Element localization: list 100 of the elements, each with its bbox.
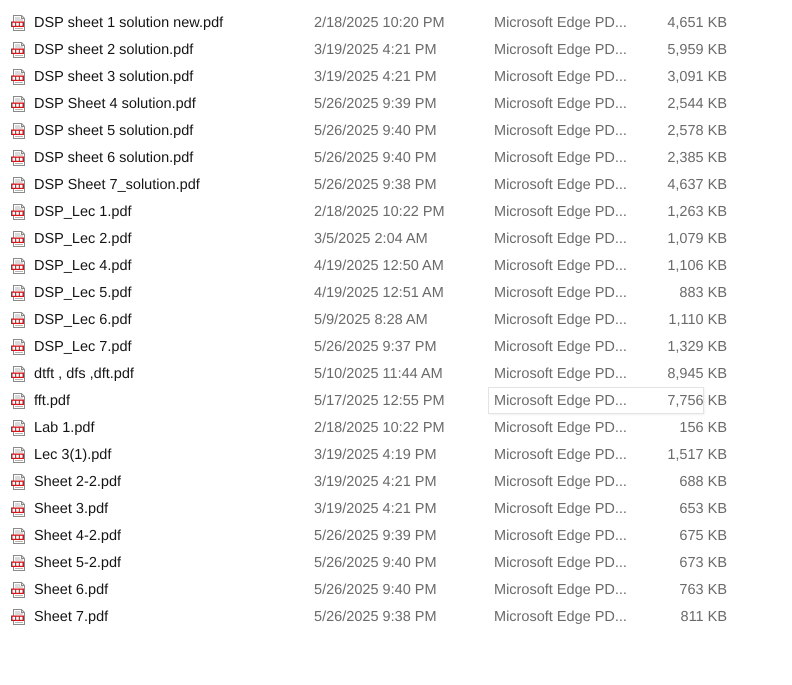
date-modified: 5/26/2025 9:38 PM bbox=[314, 608, 438, 624]
file-name[interactable]: DSP sheet 5 solution.pdf bbox=[34, 122, 194, 138]
file-name[interactable]: DSP sheet 6 solution.pdf bbox=[34, 150, 194, 166]
pdf-file-icon bbox=[11, 230, 27, 246]
pdf-file-icon bbox=[11, 204, 27, 220]
pdf-file-icon bbox=[11, 608, 27, 624]
file-name[interactable]: Sheet 2-2.pdf bbox=[34, 474, 122, 490]
pdf-file-icon bbox=[11, 554, 27, 570]
pdf-file-icon bbox=[11, 392, 27, 408]
file-size: 1,517 KB bbox=[667, 446, 727, 462]
file-size: 1,106 KB bbox=[667, 258, 727, 274]
file-type: Microsoft Edge PD... bbox=[494, 176, 628, 192]
pdf-file-icon bbox=[11, 338, 27, 354]
date-modified: 2/18/2025 10:20 PM bbox=[314, 14, 446, 30]
file-name[interactable]: Lab 1.pdf bbox=[34, 420, 94, 436]
file-size: 7,756 KB bbox=[667, 392, 727, 408]
file-name[interactable]: DSP_Lec 2.pdf bbox=[34, 230, 132, 246]
file-name[interactable]: DSP sheet 3 solution.pdf bbox=[34, 68, 194, 84]
pdf-file-icon bbox=[11, 312, 27, 328]
file-name[interactable]: DSP_Lec 1.pdf bbox=[34, 204, 132, 220]
file-size: 1,079 KB bbox=[667, 230, 727, 246]
file-name[interactable]: DSP_Lec 5.pdf bbox=[34, 284, 132, 300]
pdf-file-icon bbox=[11, 528, 27, 544]
date-modified: 3/19/2025 4:21 PM bbox=[314, 68, 438, 84]
date-modified: 3/19/2025 4:21 PM bbox=[314, 42, 438, 58]
file-name[interactable]: DSP sheet 2 solution.pdf bbox=[34, 42, 194, 58]
date-modified: 5/10/2025 11:44 AM bbox=[314, 366, 444, 382]
file-size: 688 KB bbox=[679, 474, 727, 490]
file-type: Microsoft Edge PD... bbox=[494, 14, 628, 30]
pdf-file-icon bbox=[11, 122, 27, 138]
file-size: 2,578 KB bbox=[667, 122, 727, 138]
file-type: Microsoft Edge PD... bbox=[494, 122, 628, 138]
file-size: 2,544 KB bbox=[667, 96, 727, 112]
file-size: 1,329 KB bbox=[667, 338, 727, 354]
file-name[interactable]: DSP Sheet 7_solution.pdf bbox=[34, 176, 200, 192]
file-type: Microsoft Edge PD... bbox=[494, 392, 628, 408]
file-size: 156 KB bbox=[679, 420, 727, 436]
date-modified: 2/18/2025 10:22 PM bbox=[314, 204, 446, 220]
file-type: Microsoft Edge PD... bbox=[494, 150, 628, 166]
file-size: 4,651 KB bbox=[667, 14, 727, 30]
file-size: 2,385 KB bbox=[667, 150, 727, 166]
pdf-file-icon bbox=[11, 68, 27, 84]
pdf-file-icon bbox=[11, 446, 27, 462]
file-type: Microsoft Edge PD... bbox=[494, 96, 628, 112]
file-type: Microsoft Edge PD... bbox=[494, 338, 628, 354]
pdf-file-icon bbox=[11, 96, 27, 112]
file-type: Microsoft Edge PD... bbox=[494, 554, 628, 570]
file-name[interactable]: DSP_Lec 6.pdf bbox=[34, 312, 132, 328]
date-modified: 5/26/2025 9:38 PM bbox=[314, 176, 438, 192]
file-name[interactable]: Sheet 3.pdf bbox=[34, 500, 108, 516]
file-name[interactable]: Sheet 6.pdf bbox=[34, 582, 108, 598]
pdf-file-icon bbox=[11, 42, 27, 58]
date-modified: 5/9/2025 8:28 AM bbox=[314, 312, 429, 328]
file-name[interactable]: Lec 3(1).pdf bbox=[34, 446, 112, 462]
file-size: 675 KB bbox=[679, 528, 727, 544]
pdf-file-icon bbox=[11, 474, 27, 490]
file-size: 8,945 KB bbox=[667, 366, 727, 382]
file-size: 763 KB bbox=[679, 582, 727, 598]
file-name[interactable]: Sheet 5-2.pdf bbox=[34, 554, 122, 570]
file-type: Microsoft Edge PD... bbox=[494, 528, 628, 544]
file-type: Microsoft Edge PD... bbox=[494, 608, 628, 624]
date-modified: 5/26/2025 9:40 PM bbox=[314, 150, 438, 166]
file-size: 1,110 KB bbox=[668, 312, 727, 328]
date-modified: 3/19/2025 4:21 PM bbox=[314, 474, 438, 490]
file-type: Microsoft Edge PD... bbox=[494, 500, 628, 516]
date-modified: 4/19/2025 12:51 AM bbox=[314, 284, 445, 300]
file-size: 3,091 KB bbox=[667, 68, 727, 84]
file-name[interactable]: Sheet 4-2.pdf bbox=[34, 528, 122, 544]
file-name[interactable]: DSP_Lec 7.pdf bbox=[34, 338, 132, 354]
file-type: Microsoft Edge PD... bbox=[494, 204, 628, 220]
file-size: 653 KB bbox=[679, 500, 727, 516]
date-modified: 5/26/2025 9:37 PM bbox=[314, 338, 438, 354]
file-size: 883 KB bbox=[679, 284, 727, 300]
file-type: Microsoft Edge PD... bbox=[494, 258, 628, 274]
file-size: 811 KB bbox=[680, 608, 727, 624]
file-size: 4,637 KB bbox=[667, 176, 727, 192]
pdf-file-icon bbox=[11, 582, 27, 598]
file-name[interactable]: DSP Sheet 4 solution.pdf bbox=[34, 96, 196, 112]
file-type: Microsoft Edge PD... bbox=[494, 366, 628, 382]
file-type: Microsoft Edge PD... bbox=[494, 420, 628, 436]
date-modified: 3/19/2025 4:19 PM bbox=[314, 446, 438, 462]
date-modified: 3/5/2025 2:04 AM bbox=[314, 230, 429, 246]
pdf-file-icon bbox=[11, 500, 27, 516]
pdf-file-icon bbox=[11, 258, 27, 274]
file-type: Microsoft Edge PD... bbox=[494, 284, 628, 300]
date-modified: 5/26/2025 9:40 PM bbox=[314, 122, 438, 138]
file-type: Microsoft Edge PD... bbox=[494, 582, 628, 598]
pdf-file-icon bbox=[11, 366, 27, 382]
date-modified: 4/19/2025 12:50 AM bbox=[314, 258, 445, 274]
file-name[interactable]: dtft , dfs ,dft.pdf bbox=[34, 366, 134, 382]
file-name[interactable]: fft.pdf bbox=[34, 392, 70, 408]
date-modified: 3/19/2025 4:21 PM bbox=[314, 500, 438, 516]
file-size: 5,959 KB bbox=[667, 42, 727, 58]
file-size: 673 KB bbox=[679, 554, 727, 570]
date-modified: 5/26/2025 9:40 PM bbox=[314, 582, 438, 598]
file-name[interactable]: DSP_Lec 4.pdf bbox=[34, 258, 132, 274]
file-type: Microsoft Edge PD... bbox=[494, 474, 628, 490]
pdf-file-icon bbox=[11, 176, 27, 192]
file-name[interactable]: Sheet 7.pdf bbox=[34, 608, 108, 624]
file-name[interactable]: DSP sheet 1 solution new.pdf bbox=[34, 14, 224, 30]
